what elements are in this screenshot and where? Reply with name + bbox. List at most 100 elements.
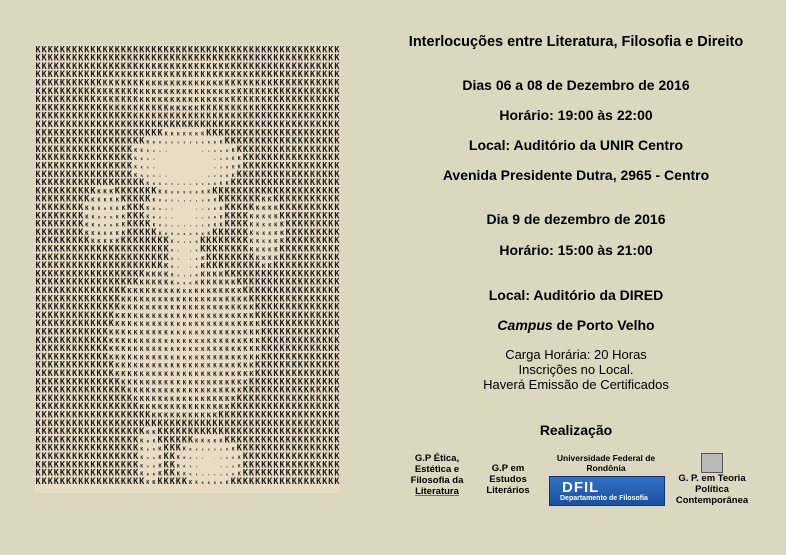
- glyph: K: [231, 435, 237, 445]
- glyph: K: [190, 184, 192, 186]
- glyph: K: [195, 331, 199, 337]
- glyph: K: [121, 320, 126, 328]
- glyph: K: [231, 320, 235, 328]
- glyph: K: [226, 157, 228, 161]
- glyph: K: [146, 313, 150, 320]
- glyph: K: [158, 371, 162, 378]
- glyph: K: [231, 312, 235, 320]
- glyph: K: [201, 270, 206, 278]
- glyph: K: [189, 289, 193, 295]
- glyph: K: [231, 295, 236, 303]
- glyph: K: [243, 294, 248, 303]
- glyph: K: [146, 378, 150, 386]
- glyph: K: [134, 312, 138, 320]
- glyph: K: [219, 295, 223, 303]
- glyph: K: [140, 321, 144, 328]
- glyph: K: [232, 464, 234, 468]
- glyph: K: [152, 313, 156, 320]
- glyph: K: [145, 195, 151, 205]
- glyph: K: [256, 239, 259, 245]
- glyph: K: [153, 438, 156, 443]
- glyph: K: [140, 447, 143, 453]
- glyph: K: [201, 395, 205, 403]
- glyph: K: [121, 477, 127, 487]
- glyph: K: [202, 151, 203, 153]
- glyph: K: [250, 223, 254, 229]
- glyph: K: [166, 217, 168, 219]
- glyph: K: [190, 142, 192, 145]
- glyph: K: [146, 338, 150, 345]
- glyph: K: [208, 481, 211, 485]
- glyph: K: [166, 176, 167, 178]
- glyph: K: [213, 339, 217, 345]
- glyph: K: [215, 458, 216, 460]
- glyph: K: [177, 190, 180, 194]
- glyph: K: [92, 206, 95, 212]
- glyph: K: [208, 199, 211, 203]
- glyph: K: [48, 477, 54, 487]
- glyph: K: [238, 463, 241, 468]
- glyph: K: [134, 362, 138, 370]
- glyph: K: [201, 379, 205, 386]
- glyph: K: [196, 466, 197, 468]
- glyph: K: [140, 338, 144, 345]
- glyph: K: [268, 214, 271, 220]
- glyph: K: [127, 286, 132, 295]
- glyph: K: [141, 455, 144, 460]
- glyph: K: [184, 275, 186, 277]
- glyph: K: [165, 131, 168, 137]
- glyph: K: [140, 387, 145, 395]
- glyph: K: [146, 321, 150, 328]
- glyph: K: [207, 364, 211, 370]
- glyph: K: [164, 322, 168, 328]
- glyph: K: [213, 313, 217, 320]
- glyph: K: [121, 329, 126, 337]
- glyph: K: [219, 195, 225, 205]
- glyph: K: [164, 296, 168, 303]
- glyph: K: [225, 370, 229, 378]
- glyph: K: [146, 346, 150, 353]
- glyph: K: [153, 448, 155, 452]
- glyph: K: [159, 455, 163, 461]
- dates-first: Dias 06 a 08 de Dezembro de 2016: [462, 77, 690, 93]
- glyph: K: [237, 353, 241, 361]
- glyph: K: [207, 355, 211, 361]
- glyph: K: [207, 287, 211, 295]
- glyph: K: [176, 403, 180, 411]
- glyph: K: [145, 128, 151, 138]
- glyph: K: [177, 306, 181, 312]
- glyph: K: [165, 182, 167, 186]
- glyph: K: [213, 287, 217, 295]
- glyph: K: [158, 287, 162, 295]
- glyph: K: [262, 214, 265, 220]
- glyph: K: [121, 337, 125, 345]
- glyph: K: [140, 378, 144, 386]
- glyph: K: [171, 281, 175, 287]
- glyph: K: [243, 362, 248, 370]
- glyph: K: [178, 226, 180, 228]
- glyph: K: [146, 269, 151, 278]
- glyph: K: [202, 209, 204, 211]
- glyph: K: [207, 339, 211, 345]
- glyph: K: [147, 473, 150, 477]
- glyph: K: [225, 295, 229, 303]
- glyph: K: [256, 205, 260, 212]
- glyph: K: [133, 477, 139, 487]
- glyph: K: [189, 403, 193, 411]
- glyph: K: [262, 206, 266, 212]
- glyph: K: [85, 206, 89, 212]
- glyph: K: [177, 388, 181, 395]
- glyph: K: [219, 371, 223, 378]
- glyph: K: [159, 141, 161, 145]
- glyph: K: [158, 314, 162, 320]
- glyph: K: [184, 142, 186, 145]
- glyph: K: [152, 305, 156, 312]
- glyph: K: [170, 388, 174, 395]
- glyph: K: [140, 313, 144, 320]
- glyph: K: [182, 435, 188, 445]
- glyph: K: [237, 312, 241, 320]
- glyph: K: [195, 281, 199, 287]
- glyph: K: [183, 395, 187, 403]
- glyph: K: [207, 371, 211, 378]
- glyph: K: [215, 168, 216, 170]
